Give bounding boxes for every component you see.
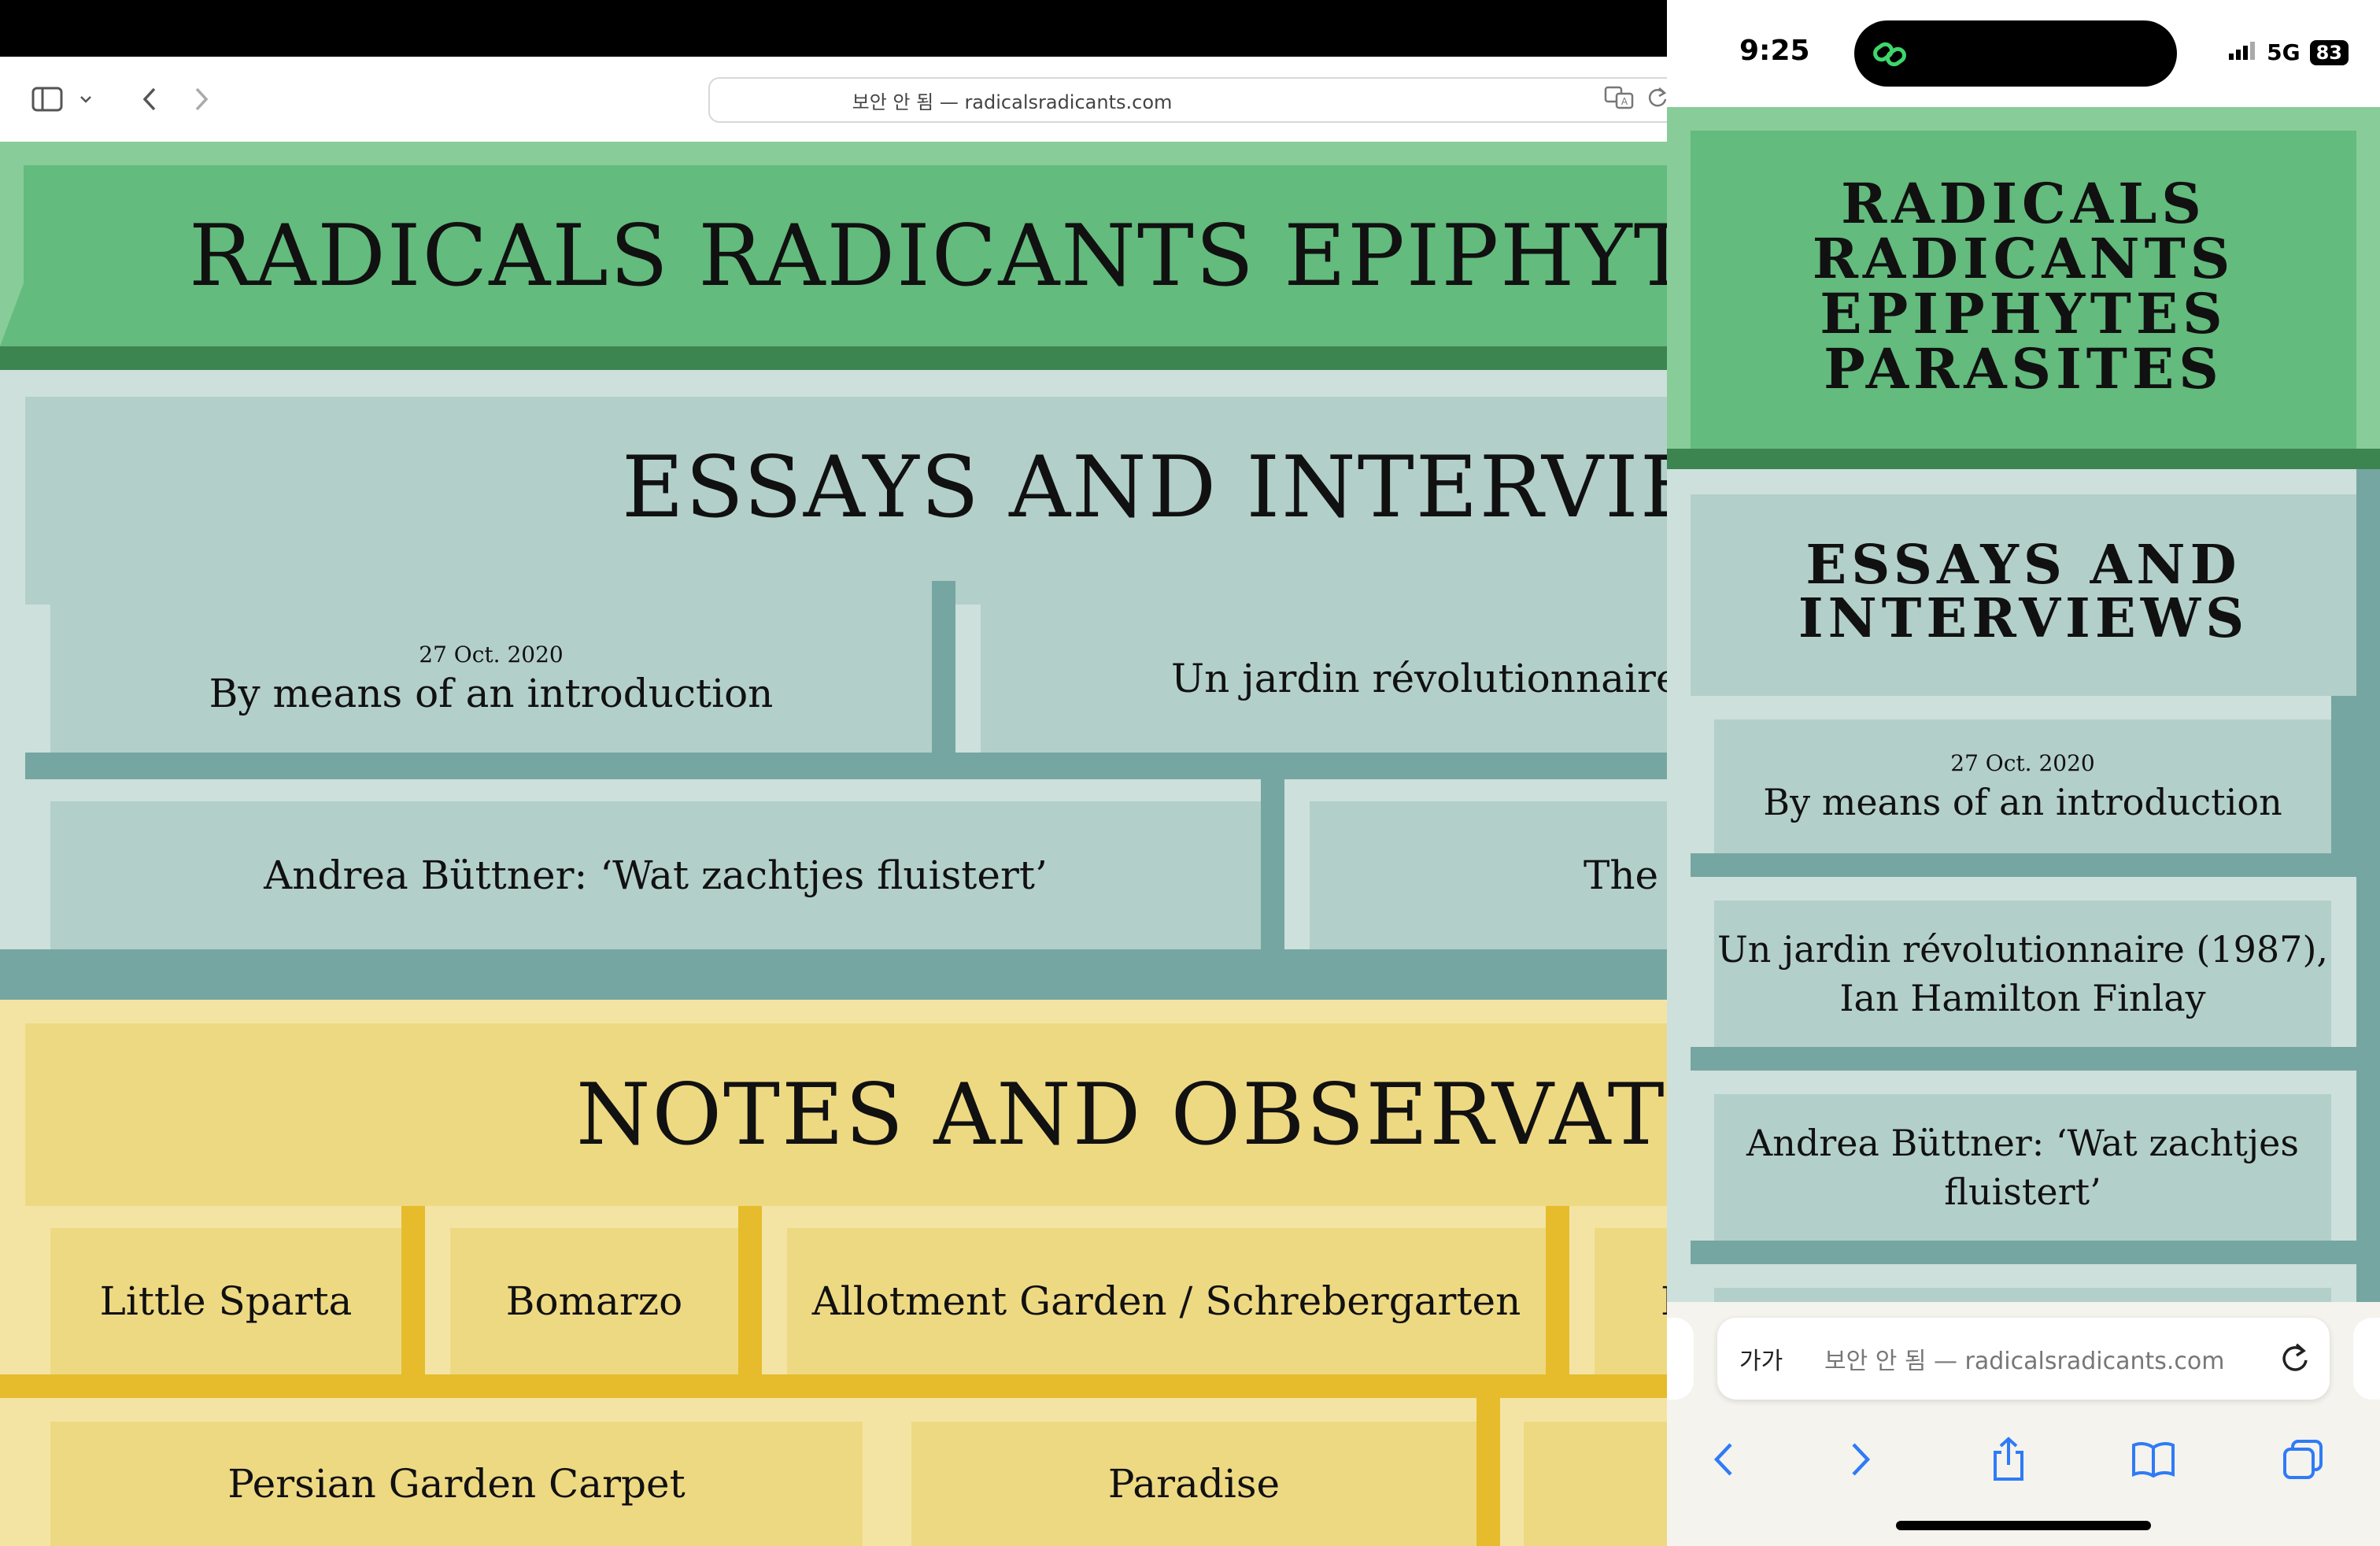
note-tile[interactable]: Paradise [911, 1422, 1476, 1546]
essays-section: ESSAYS AND INTERVIEWS 27 Oct. 2020 By me… [1667, 469, 2380, 1302]
note-tile[interactable]: Persian Garden Carpet [50, 1422, 863, 1546]
sidebar-icon[interactable] [27, 79, 68, 120]
note-tile[interactable]: Little Sparta [50, 1228, 401, 1374]
note-title: Bomarzo [505, 1278, 683, 1324]
essay-date: 27 Oct. 2020 [1950, 749, 2095, 776]
mobile-site-title[interactable]: RADICALS RADICANTS EPIPHYTES PARASITES [1691, 176, 2356, 397]
title-line: PARASITES [1824, 336, 2223, 401]
svg-text:A: A [1621, 96, 1628, 107]
essay-title: Un jardin révolutionnaire (19 [1171, 656, 1667, 701]
battery-badge: 83 [2309, 39, 2349, 65]
essay-title: Ian Hamilton Finlay [1839, 977, 2206, 1019]
title-line: EPIPHYTES [1820, 281, 2227, 346]
notes-title[interactable]: NOTES AND OBSERVATIO [25, 1023, 1667, 1206]
forward-icon[interactable] [181, 79, 222, 120]
address-text: 보안 안 됨 — radicalsradicants.com [852, 91, 1173, 113]
essay-title: Un jardin révolutionnaire (1987), [1717, 927, 2329, 971]
translate-icon[interactable]: A [1604, 86, 1635, 114]
essay-title: By means of an introduction [1763, 780, 2282, 823]
essay-title: fluistert’ [1944, 1171, 2101, 1213]
share-icon[interactable] [1985, 1436, 2032, 1483]
essay-tile[interactable]: Un jardin révolutionnaire (19 [981, 605, 1667, 753]
text-size-button[interactable]: 가가 [1739, 1341, 1783, 1376]
essay-date: 27 Oct. 2020 [419, 641, 564, 668]
reload-icon[interactable] [1646, 86, 1667, 114]
status-indicators: 5G 83 [2229, 39, 2349, 65]
essay-title: By means of an introduction [209, 670, 774, 716]
essay-title: The I [1584, 853, 1667, 898]
mobile-address-bar[interactable]: 가가 보안 안 됨 — radicalsradicants.com [1717, 1318, 2330, 1400]
back-icon[interactable] [1700, 1436, 1747, 1483]
essay-tile[interactable]: 27 Oct. 2020 By means of an introduction [50, 605, 932, 753]
essays-title[interactable]: ESSAYS AND INTERVIEWS [25, 397, 1667, 578]
chevron-down-icon[interactable] [74, 79, 98, 120]
link-icon [1870, 35, 1909, 74]
mobile-essays-title[interactable]: ESSAYS AND INTERVIEWS [1691, 538, 2356, 645]
dynamic-island[interactable] [1854, 20, 2177, 87]
essay-tile[interactable]: Andrea Büttner: ‘Wat zachtjes fluistert’ [1714, 1094, 2331, 1241]
essay-tile[interactable]: Un jardin révolutionnaire (1987), Ian Ha… [1714, 901, 2331, 1047]
notes-section: NOTES AND OBSERVATIO Little Sparta Bomar… [0, 1000, 1667, 1546]
desktop-browser: 보안 안 됨 — radicalsradicants.com A RADICAL… [0, 0, 1667, 1546]
essays-section: ESSAYS AND INTERVIEWS 27 Oct. 2020 By me… [0, 370, 1667, 1000]
essay-tile[interactable]: Andrea Büttner: ‘Wat zachtjes fluistert’ [50, 801, 1261, 949]
essay-tile[interactable]: The I [1310, 801, 1667, 949]
essay-title: Andrea Büttner: ‘Wat zachtjes fluistert’ [264, 853, 1048, 898]
browser-toolbar: 보안 안 됨 — radicalsradicants.com A [0, 57, 1667, 142]
menu-bar [0, 0, 1667, 57]
address-bar[interactable]: 보안 안 됨 — radicalsradicants.com A [708, 77, 1667, 123]
note-tile[interactable]: Bomarzo [450, 1228, 738, 1374]
note-title: Paradise [1107, 1461, 1281, 1507]
status-time: 9:25 [1739, 35, 1810, 67]
title-line: ESSAYS AND [1805, 534, 2241, 597]
title-line: RADICALS [1841, 171, 2206, 236]
status-bar: 9:25 5G 83 [1667, 0, 2380, 107]
note-title: Persian Garden Carpet [227, 1461, 686, 1507]
back-icon[interactable] [129, 79, 170, 120]
mobile-browser: 9:25 5G 83 RADICALS RADICANTS EPIPHYTES … [1667, 0, 2380, 1546]
site-title-band: RADICALS RADICANTS EPIPHYTES PARASITES [1667, 107, 2380, 469]
forward-icon[interactable] [1837, 1436, 1884, 1483]
note-title: Little Sparta [99, 1278, 353, 1324]
note-tile[interactable]: I [1595, 1228, 1667, 1374]
title-line: RADICANTS [1812, 226, 2235, 291]
reload-icon[interactable] [2279, 1341, 2311, 1379]
note-title: Allotment Garden / Schrebergarten [811, 1278, 1521, 1324]
site-title[interactable]: RADICALS RADICANTS EPIPHYTES [24, 165, 1667, 346]
essay-tile[interactable]: 27 Oct. 2020 By means of an introduction [1714, 719, 2331, 853]
note-tile[interactable]: Allotment Garden / Schrebergarten [787, 1228, 1546, 1374]
tabs-icon[interactable] [2279, 1436, 2326, 1483]
bookmarks-icon[interactable] [2130, 1436, 2177, 1483]
essay-title: Andrea Büttner: ‘Wat zachtjes [1746, 1121, 2299, 1164]
signal-icon [2229, 39, 2257, 65]
site-title-band: RADICALS RADICANTS EPIPHYTES [0, 142, 1667, 370]
note-title: I [1661, 1278, 1667, 1324]
mobile-toolbar: 가가 보안 안 됨 — radicalsradicants.com [1667, 1302, 2380, 1546]
title-line: INTERVIEWS [1798, 587, 2249, 650]
home-indicator[interactable] [1896, 1521, 2151, 1530]
address-text: 보안 안 됨 — radicalsradicants.com [1824, 1348, 2225, 1375]
network-label: 5G [2267, 39, 2301, 65]
